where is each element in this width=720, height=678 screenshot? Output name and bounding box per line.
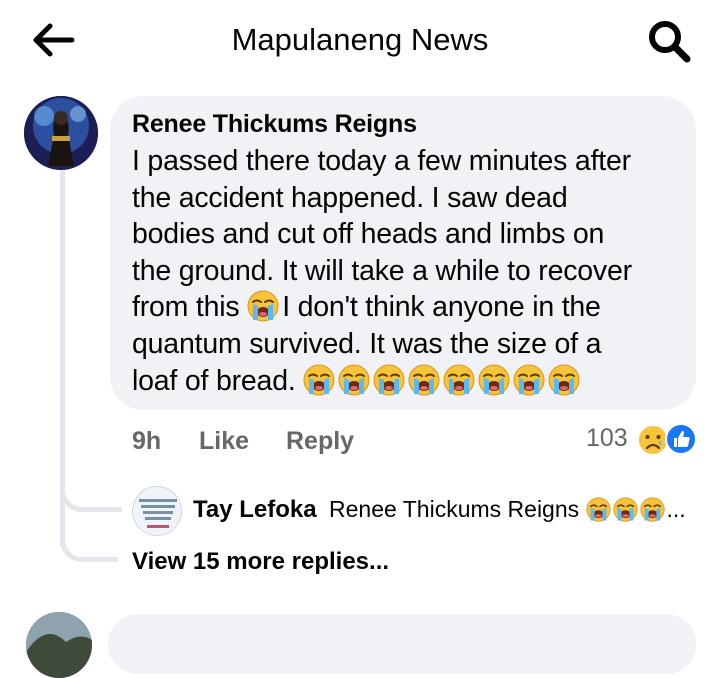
loudly-crying-face-icon (373, 364, 405, 396)
avatar[interactable] (26, 612, 92, 678)
reply-ellipsis: ... (666, 496, 686, 522)
like-reaction-icon[interactable] (664, 422, 698, 456)
loudly-crying-face-icon (303, 364, 335, 396)
thread-connector (60, 484, 122, 512)
reply-button[interactable]: Reply (286, 427, 354, 456)
comment-line-part: from this (132, 291, 240, 324)
loudly-crying-face-icon (408, 364, 440, 396)
comment-line: quantum survived. It was the size of a (132, 327, 602, 360)
comment-bubble (108, 614, 696, 674)
reaction-count[interactable]: 103 (586, 424, 628, 453)
loudly-crying-face-icon (338, 364, 370, 396)
loudly-crying-face-icon (613, 497, 638, 522)
comment-line: the accident happened. I saw dead (132, 181, 568, 214)
reply-avatar[interactable] (132, 486, 182, 536)
reply-snippet: Renee Thickums Reigns ... (329, 496, 686, 523)
page-title: Mapulaneng News (231, 22, 489, 57)
loudly-crying-face-icon (247, 290, 279, 322)
emoji-row (303, 365, 583, 397)
avatar[interactable] (24, 96, 98, 170)
emoji-row (586, 496, 667, 522)
like-button[interactable]: Like (199, 427, 249, 456)
loudly-crying-face-icon (513, 364, 545, 396)
loudly-crying-face-icon (443, 364, 475, 396)
reply-author[interactable]: Tay Lefoka (193, 496, 317, 524)
thread-connector (60, 534, 118, 562)
comment-text: I passed there today a few minutes after… (132, 143, 687, 399)
loudly-crying-face-icon (640, 497, 665, 522)
comment-author[interactable]: Renee Thickums Reigns (132, 110, 417, 139)
comment-line-part: I don't think anyone in the (282, 291, 601, 324)
loudly-crying-face-icon (478, 364, 510, 396)
comment-line: bodies and cut off heads and limbs on (132, 218, 605, 251)
comment-line: from this I don't think anyone in the (132, 289, 687, 326)
reply-snippet-text: Renee Thickums Reigns (329, 496, 580, 522)
comment-line: loaf of bread. (132, 363, 687, 400)
comment-line: I passed there today a few minutes after (132, 145, 631, 177)
comment-line-part: loaf of bread. (132, 364, 296, 397)
loudly-crying-face-icon (548, 364, 580, 396)
comment-timestamp: 9h (132, 427, 162, 455)
loudly-crying-face-icon (586, 497, 611, 522)
view-more-replies-link[interactable]: View 15 more replies... (132, 548, 389, 576)
search-icon[interactable] (646, 18, 692, 64)
comment-line: the ground. It will take a while to reco… (132, 254, 632, 287)
